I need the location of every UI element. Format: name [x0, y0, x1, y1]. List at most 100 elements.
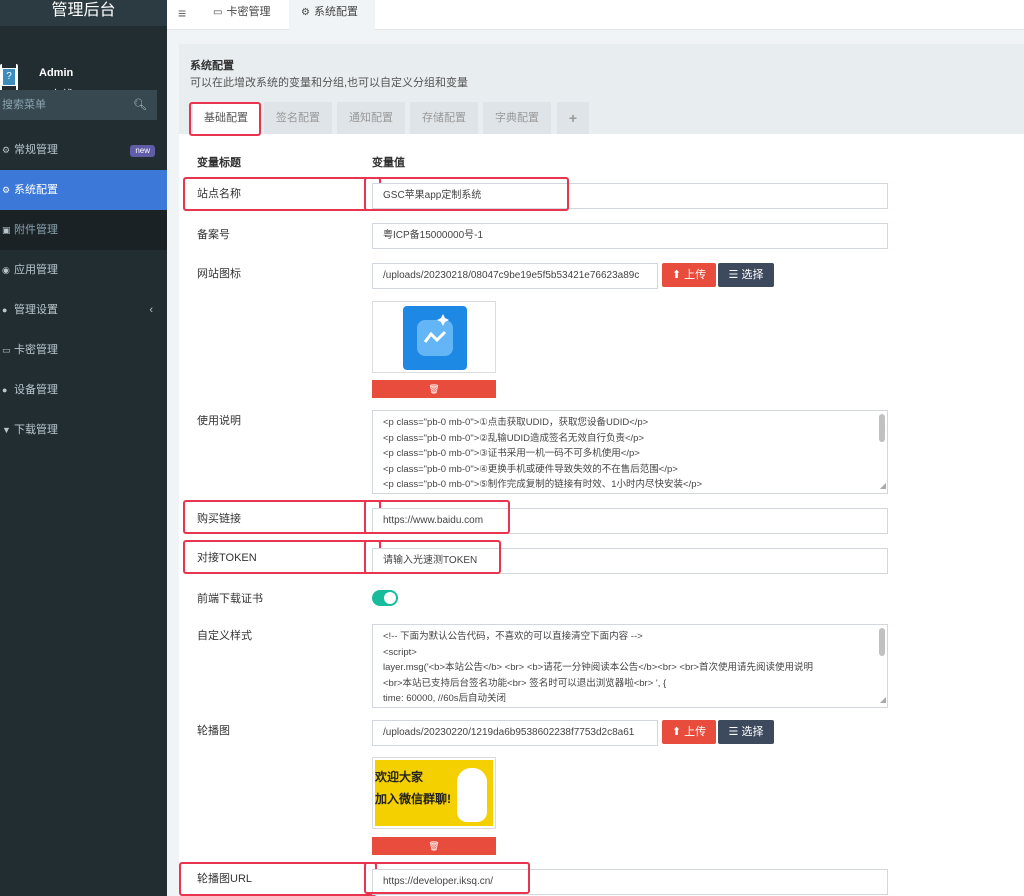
buy-link-label: 购买链接: [197, 513, 241, 525]
highlight-box: [364, 540, 501, 574]
card-icon: ▭: [213, 7, 223, 18]
sidebar-item-cards[interactable]: ▭ 卡密管理: [0, 330, 167, 370]
banner-text-line: 加入微信群聊!: [375, 792, 451, 806]
sidebar-item-label: 应用管理: [14, 264, 58, 276]
config-panel: 系统配置 可以在此增改系统的变量和分组,也可以自定义分组和变量 基础配置 签名配…: [179, 44, 1024, 896]
sidebar-item-admin-settings[interactable]: ● 管理设置 ‹: [0, 290, 167, 330]
upload-icon: ⬆: [671, 269, 685, 281]
brand-title: 管理后台: [0, 0, 167, 26]
list-icon: ☰: [728, 269, 742, 281]
resize-handle-icon[interactable]: ◢: [880, 692, 886, 708]
favicon-delete-button[interactable]: 🗑: [372, 380, 496, 398]
sidebar-item-apps[interactable]: ◉ 应用管理: [0, 250, 167, 290]
sidebar-item-label: 卡密管理: [14, 344, 58, 356]
carousel-url-label: 轮播图URL: [197, 873, 253, 885]
textarea-line: <p class="pb-0 mb-0">②乱输UDID造成签名无效自行负责</…: [383, 432, 645, 444]
tab-sign-config[interactable]: 签名配置: [264, 102, 332, 134]
avatar: ?: [2, 68, 16, 86]
beian-input[interactable]: 粤ICP备15000000号-1: [372, 223, 888, 249]
sidebar-item-label: 常规管理: [14, 144, 58, 156]
favicon-upload-button[interactable]: ⬆ 上传: [662, 263, 716, 287]
sidebar-item-devices[interactable]: ● 设备管理: [0, 370, 167, 410]
user-panel: ? Admin 在线: [0, 26, 167, 101]
favicon-path-input[interactable]: /uploads/20230218/08047c9be19e5f5b53421e…: [372, 263, 658, 289]
token-label: 对接TOKEN: [197, 552, 257, 564]
sidebar: 管理后台 ? Admin 在线 搜索菜单 🔍︎ ⚙常规管理 new ⚙系统配置 …: [0, 0, 167, 896]
cert-download-label: 前端下载证书: [197, 593, 263, 605]
page-title: 系统配置: [190, 60, 234, 72]
menu-search-input[interactable]: 搜索菜单 🔍︎: [0, 90, 157, 120]
usage-textarea[interactable]: <p class="pb-0 mb-0">①点击获取UDID，获取您设备UDID…: [372, 410, 888, 494]
sidebar-item-label: 设备管理: [14, 384, 58, 396]
tab-notify-config[interactable]: 通知配置: [337, 102, 405, 134]
highlight-box: [189, 102, 261, 136]
highlight-box: [364, 177, 569, 211]
sidebar-menu: ⚙ 常规管理 new ⚙ 系统配置 ▣ 附件管理 ◉ 应用管理 ● 管理设置 ‹ ▭ 卡密管…: [0, 130, 167, 450]
chevron-left-icon: ‹: [149, 304, 153, 316]
card-icon: ▭: [2, 345, 11, 355]
tab-label: 卡密管理: [226, 6, 271, 18]
textarea-line: <p class="pb-0 mb-0">③证书采用一机一码不可多机使用</p>: [383, 448, 640, 459]
mascot-icon: [457, 768, 487, 822]
custom-style-label: 自定义样式: [197, 630, 252, 642]
beian-label: 备案号: [197, 229, 230, 241]
textarea-scrollbar[interactable]: [879, 414, 885, 442]
apple-icon: ●: [2, 385, 8, 395]
highlight-box: [364, 862, 530, 894]
site-name-label: 站点名称: [197, 188, 241, 200]
users-icon: ●: [2, 305, 8, 315]
sidebar-item-label: 系统配置: [14, 184, 58, 196]
textarea-scrollbar[interactable]: [879, 628, 885, 656]
column-header-value: 变量值: [372, 157, 405, 169]
tab-cards[interactable]: ▭ 卡密管理: [213, 0, 270, 30]
select-button-label: 选择: [741, 269, 764, 281]
tab-label: 系统配置: [313, 6, 358, 18]
tab-system-config[interactable]: ⚙ 系统配置: [289, 0, 375, 30]
sidebar-item-attachments[interactable]: ▣ 附件管理: [0, 210, 167, 250]
custom-style-textarea[interactable]: <!-- 下面为默认公告代码，不喜欢的可以直接清空下面内容 --> <scrip…: [372, 624, 888, 708]
column-header-title: 变量标题: [197, 157, 241, 169]
textarea-line: <p class="pb-0 mb-0">④更换手机或硬件导致失效的不在售后范围…: [383, 463, 678, 475]
carousel-path-input[interactable]: /uploads/20230220/1219da6b9538602238f775…: [372, 720, 658, 746]
banner-image: 欢迎大家 加入微信群聊!: [375, 760, 493, 826]
banner-text-line: 欢迎大家: [375, 770, 424, 784]
trash-icon: 🗑: [428, 384, 440, 394]
favicon-select-button[interactable]: ☰ 选择: [718, 263, 774, 287]
usage-label: 使用说明: [197, 415, 241, 427]
sidebar-item-system-config[interactable]: ⚙ 系统配置: [0, 170, 167, 210]
tab-dict-config[interactable]: 字典配置: [483, 102, 551, 134]
carousel-label: 轮播图: [197, 725, 230, 737]
carousel-select-button[interactable]: ☰ 选择: [718, 720, 774, 744]
cert-download-toggle[interactable]: [372, 590, 398, 606]
sidebar-item-label: 管理设置: [14, 304, 58, 316]
sidebar-item-downloads[interactable]: ▼ 下载管理: [0, 410, 167, 450]
textarea-line: <script>: [383, 646, 417, 658]
gear-icon: ⚙: [2, 185, 11, 195]
gear-icon: ⚙: [301, 7, 310, 18]
resize-handle-icon[interactable]: ◢: [880, 478, 886, 494]
upload-button-label: 上传: [684, 726, 707, 738]
menu-toggle-icon[interactable]: ≡: [178, 5, 186, 21]
sidebar-item-general[interactable]: ⚙ 常规管理 new: [0, 130, 167, 170]
menu-search-placeholder: 搜索菜单: [2, 99, 46, 111]
cogs-icon: ⚙: [2, 145, 11, 155]
carousel-delete-button[interactable]: 🗑: [372, 837, 496, 855]
image-icon: ▣: [2, 225, 11, 235]
page-subtitle: 可以在此增改系统的变量和分组,也可以自定义分组和变量: [190, 77, 469, 89]
textarea-line: <!-- 下面为默认公告代码，不喜欢的可以直接清空下面内容 -->: [383, 631, 643, 642]
search-icon[interactable]: 🔍︎: [133, 90, 147, 120]
upload-button-label: 上传: [684, 269, 707, 281]
textarea-line: <p class="pb-0 mb-0">⑤制作完成复制的链接有时效、1小时内尽…: [383, 479, 703, 490]
user-name: Admin: [39, 67, 74, 79]
panel-header: 系统配置 可以在此增改系统的变量和分组,也可以自定义分组和变量 基础配置 签名配…: [179, 44, 1024, 134]
sidebar-item-label: 附件管理: [14, 224, 58, 236]
highlight-box: [364, 500, 510, 534]
textarea-line: <br>本站已支持后台签名功能<br> 签名时可以退出浏览器啦<br> ', {: [383, 677, 667, 689]
favicon-label: 网站图标: [197, 268, 241, 280]
tab-storage-config[interactable]: 存储配置: [410, 102, 478, 134]
app-icon-image: [403, 306, 467, 370]
favicon-preview: [372, 301, 496, 373]
textarea-line: layer.msg('<b>本站公告</b> <br> <b>请花一分钟阅读本公…: [383, 662, 813, 673]
add-tab-button[interactable]: +: [557, 102, 589, 134]
carousel-upload-button[interactable]: ⬆ 上传: [662, 720, 716, 744]
